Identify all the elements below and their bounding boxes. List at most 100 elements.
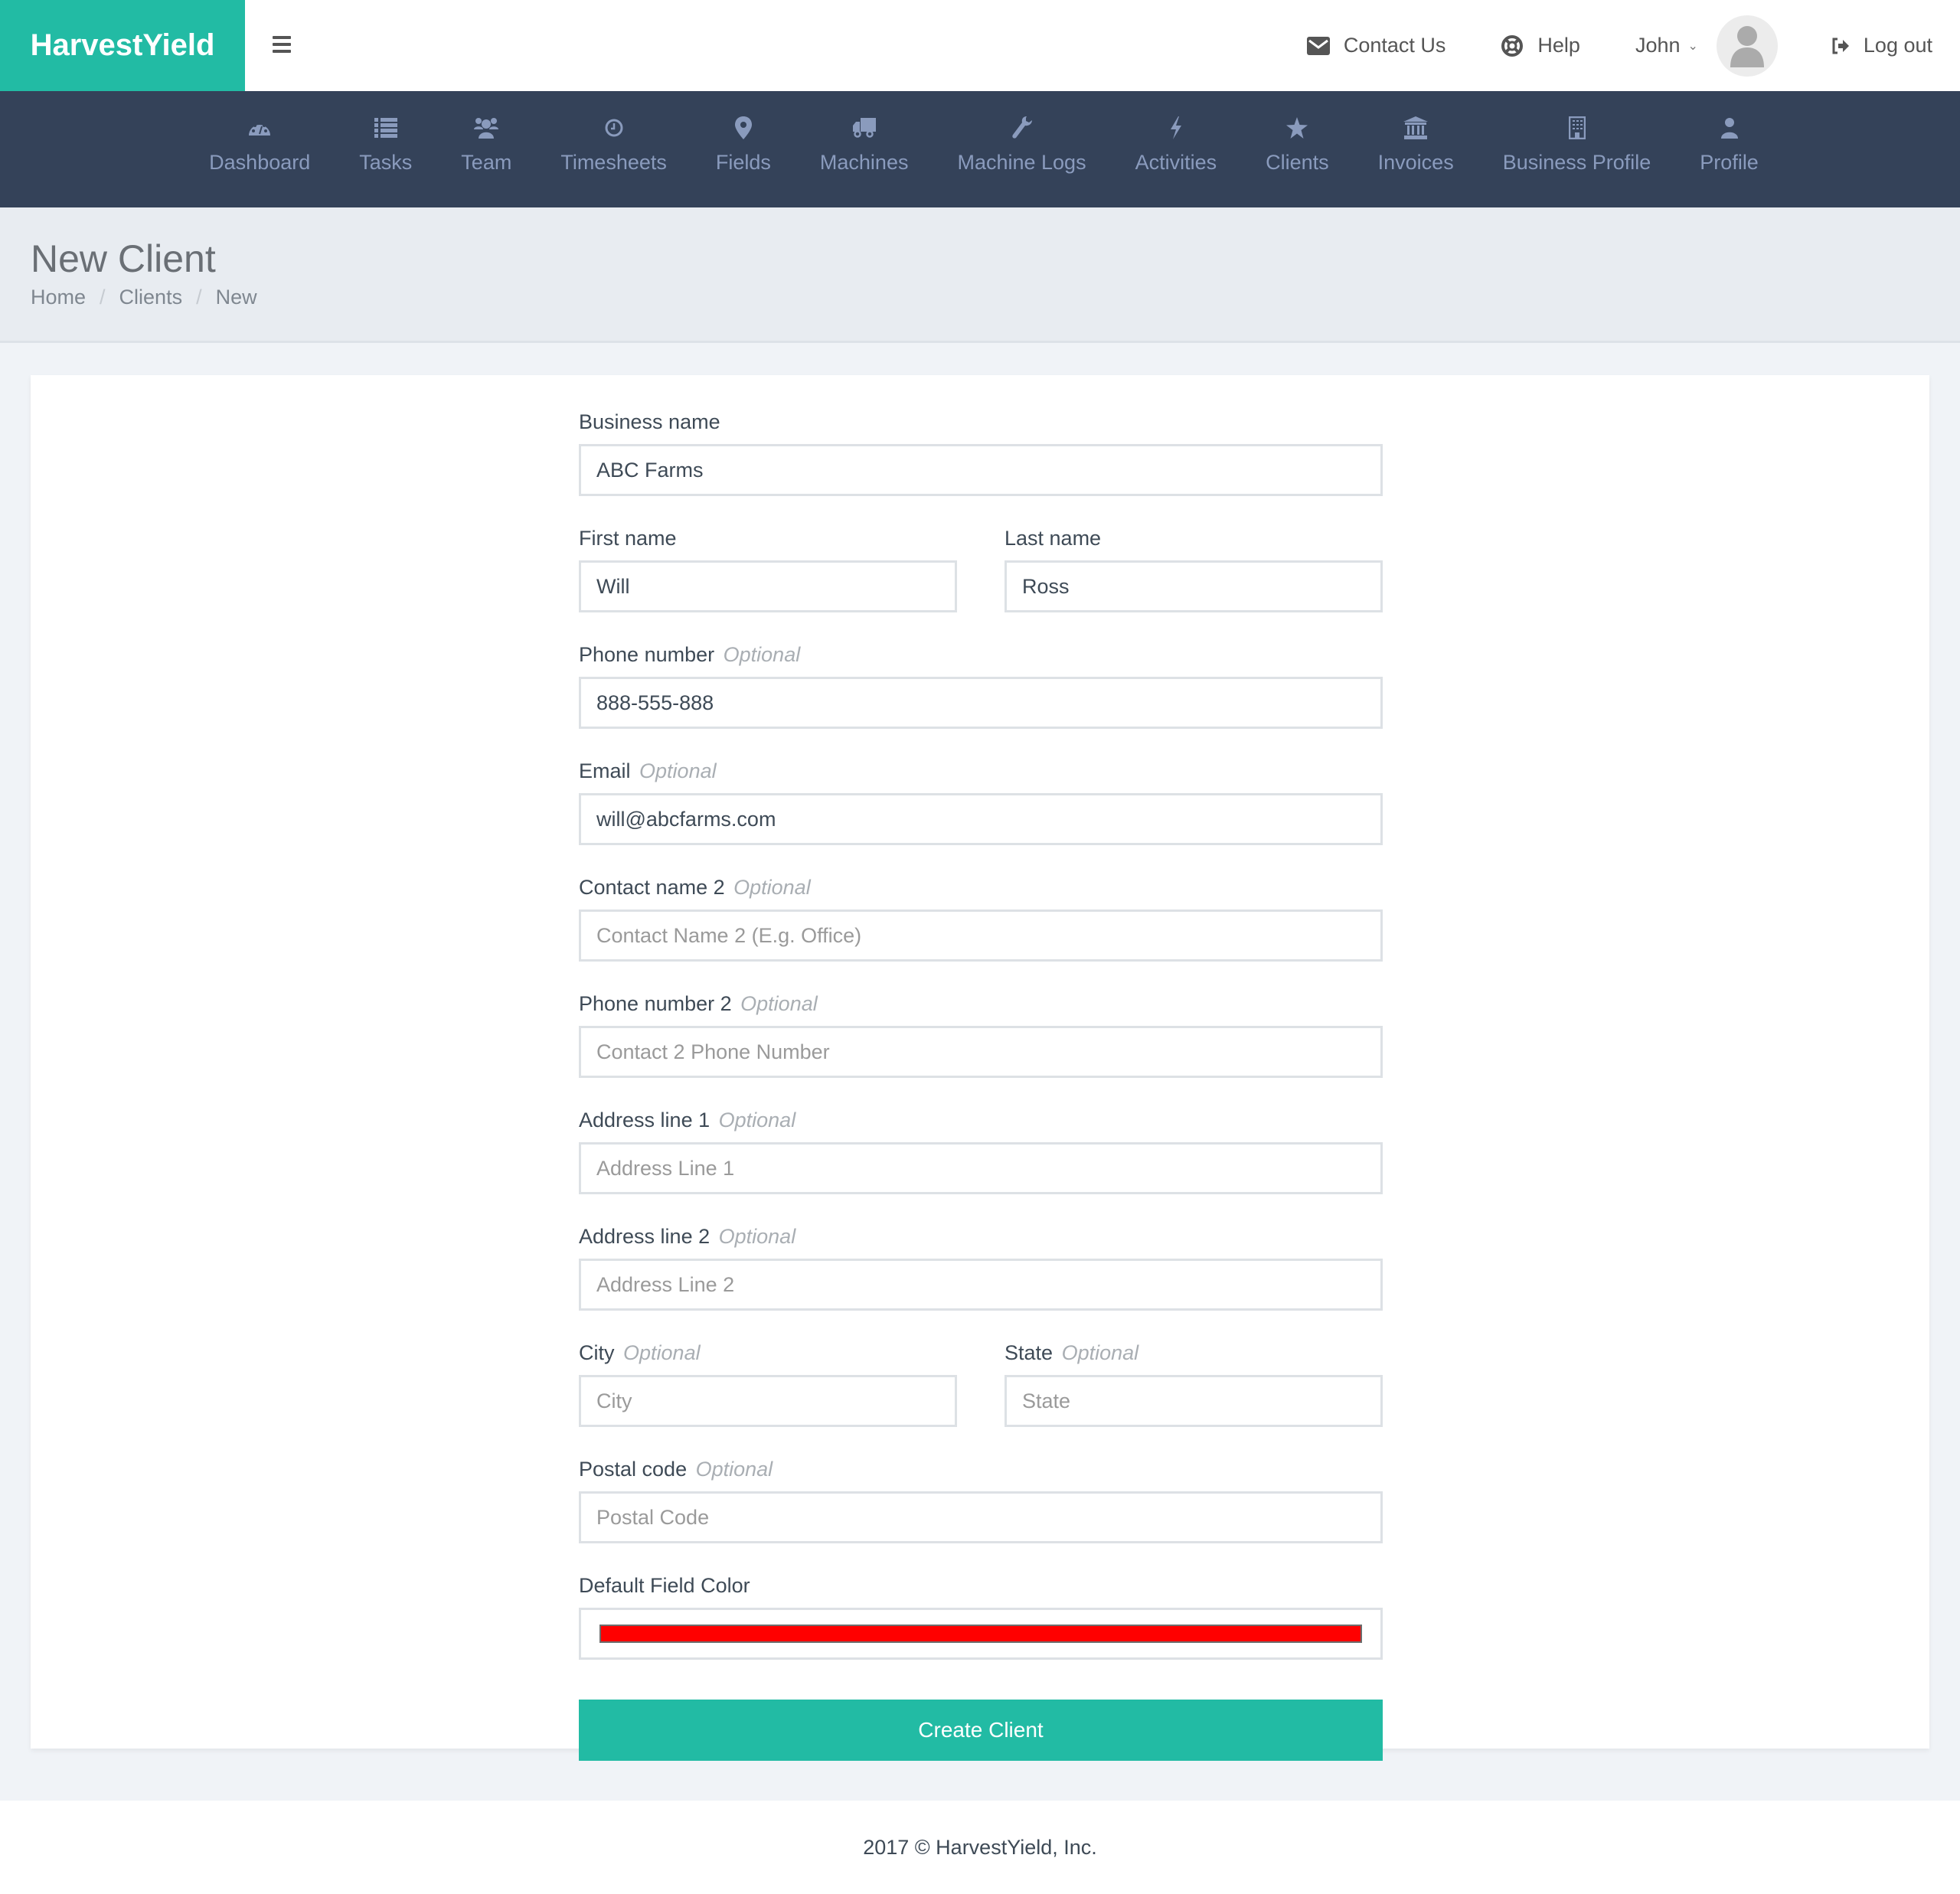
chevron-down-icon: ⌄	[1687, 39, 1698, 53]
page-header: New Client Home / Clients / New	[0, 207, 1960, 343]
avatar[interactable]	[1716, 15, 1778, 77]
help-label: Help	[1537, 34, 1580, 57]
last-name-group: Last name	[1004, 522, 1383, 612]
address-1-input[interactable]	[579, 1142, 1383, 1194]
breadcrumb-clients[interactable]: Clients	[119, 286, 183, 309]
phone-2-input[interactable]	[579, 1026, 1383, 1078]
dashboard-gauge-icon	[248, 114, 271, 142]
email-group: Email Optional	[579, 755, 1383, 845]
nav-item-timesheets[interactable]: Timesheets	[536, 91, 691, 207]
phone-2-group: Phone number 2 Optional	[579, 988, 1383, 1078]
color-picker-input[interactable]	[579, 1608, 1383, 1660]
nav-label: Dashboard	[209, 151, 311, 174]
label-text: Phone number 2	[579, 992, 732, 1015]
phone-group: Phone number Optional	[579, 638, 1383, 729]
contact-us-link[interactable]: Contact Us	[1306, 34, 1446, 57]
label-text: Address line 2	[579, 1225, 710, 1248]
nav-item-invoices[interactable]: Invoices	[1354, 91, 1478, 207]
truck-icon	[852, 114, 876, 142]
first-name-label: First name	[579, 522, 957, 554]
nav-item-profile[interactable]: Profile	[1675, 91, 1783, 207]
address-2-label: Address line 2 Optional	[579, 1220, 1383, 1252]
address-1-label: Address line 1 Optional	[579, 1104, 1383, 1136]
label-text: Last name	[1004, 527, 1102, 550]
create-client-button[interactable]: Create Client	[579, 1700, 1383, 1761]
nav-item-business-profile[interactable]: Business Profile	[1478, 91, 1676, 207]
nav-label: Tasks	[359, 151, 413, 174]
help-link[interactable]: Help	[1501, 34, 1580, 57]
nav-label: Machines	[819, 151, 909, 174]
breadcrumb: Home / Clients / New	[31, 286, 257, 309]
email-input[interactable]	[579, 793, 1383, 845]
label-text: Phone number	[579, 643, 715, 666]
city-group: City Optional	[579, 1337, 957, 1427]
logout-label: Log out	[1863, 34, 1932, 57]
address-2-input[interactable]	[579, 1259, 1383, 1311]
footer-copyright: 2017 © HarvestYield, Inc.	[863, 1835, 1097, 1859]
user-menu[interactable]: John ⌄	[1635, 15, 1831, 77]
optional-tag: Optional	[723, 643, 801, 666]
nav-item-tasks[interactable]: Tasks	[335, 91, 436, 207]
phone-2-label: Phone number 2 Optional	[579, 988, 1383, 1020]
label-text: City	[579, 1341, 615, 1364]
default-field-color-group: Default Field Color	[579, 1569, 1383, 1660]
nav-item-activities[interactable]: Activities	[1111, 91, 1242, 207]
last-name-input[interactable]	[1004, 560, 1383, 612]
color-swatch	[599, 1625, 1362, 1643]
bank-icon	[1403, 114, 1429, 142]
optional-tag: Optional	[695, 1458, 773, 1481]
postal-code-label: Postal code Optional	[579, 1453, 1383, 1485]
sign-out-icon	[1832, 38, 1849, 54]
optional-tag: Optional	[718, 1225, 796, 1248]
nav-label: Fields	[715, 151, 771, 174]
phone-label: Phone number Optional	[579, 638, 1383, 671]
logout-link[interactable]: Log out	[1831, 34, 1932, 57]
state-input[interactable]	[1004, 1375, 1383, 1427]
building-icon	[1568, 114, 1586, 142]
nav-item-fields[interactable]: Fields	[691, 91, 795, 207]
envelope-icon	[1306, 36, 1330, 55]
business-name-input[interactable]	[579, 444, 1383, 496]
optional-tag: Optional	[733, 876, 811, 899]
phone-input[interactable]	[579, 677, 1383, 729]
top-right-menu: Contact Us Help John ⌄ Log out	[1306, 0, 1960, 91]
brand-logo[interactable]: HarvestYield	[0, 0, 245, 91]
state-label: State Optional	[1004, 1337, 1383, 1369]
address-2-group: Address line 2 Optional	[579, 1220, 1383, 1311]
optional-tag: Optional	[718, 1109, 796, 1132]
page-title: New Client	[31, 237, 216, 280]
label-text: First name	[579, 527, 677, 550]
nav-item-dashboard[interactable]: Dashboard	[185, 91, 335, 207]
hamburger-icon[interactable]	[273, 36, 291, 53]
optional-tag: Optional	[740, 992, 818, 1015]
label-text: Address line 1	[579, 1109, 710, 1132]
star-icon	[1286, 114, 1308, 142]
city-state-row: City Optional State Optional	[579, 1337, 1383, 1453]
contact-name-2-label: Contact name 2 Optional	[579, 871, 1383, 903]
first-name-input[interactable]	[579, 560, 957, 612]
breadcrumb-home[interactable]: Home	[31, 286, 86, 309]
form-card: Business name First name Last name Phone…	[31, 375, 1929, 1761]
nav-label: Invoices	[1377, 151, 1454, 174]
business-name-group: Business name	[579, 406, 1383, 496]
user-name: John	[1635, 34, 1681, 57]
top-bar: HarvestYield Contact Us Help John ⌄ Log …	[0, 0, 1960, 91]
label-text: Default Field Color	[579, 1574, 750, 1597]
nav-item-machines[interactable]: Machines	[795, 91, 933, 207]
postal-code-group: Postal code Optional	[579, 1453, 1383, 1543]
users-icon	[474, 114, 499, 142]
nav-item-team[interactable]: Team	[436, 91, 536, 207]
label-text: State	[1004, 1341, 1054, 1364]
city-input[interactable]	[579, 1375, 957, 1427]
nav-label: Team	[461, 151, 512, 174]
last-name-label: Last name	[1004, 522, 1383, 554]
map-marker-icon	[734, 114, 752, 142]
label-text: Email	[579, 759, 631, 782]
postal-code-input[interactable]	[579, 1491, 1383, 1543]
nav-item-machine-logs[interactable]: Machine Logs	[933, 91, 1110, 207]
list-icon	[374, 114, 397, 142]
nav-item-clients[interactable]: Clients	[1241, 91, 1354, 207]
contact-name-2-input[interactable]	[579, 909, 1383, 962]
lifebuoy-icon	[1501, 34, 1524, 57]
label-text: Postal code	[579, 1458, 688, 1481]
